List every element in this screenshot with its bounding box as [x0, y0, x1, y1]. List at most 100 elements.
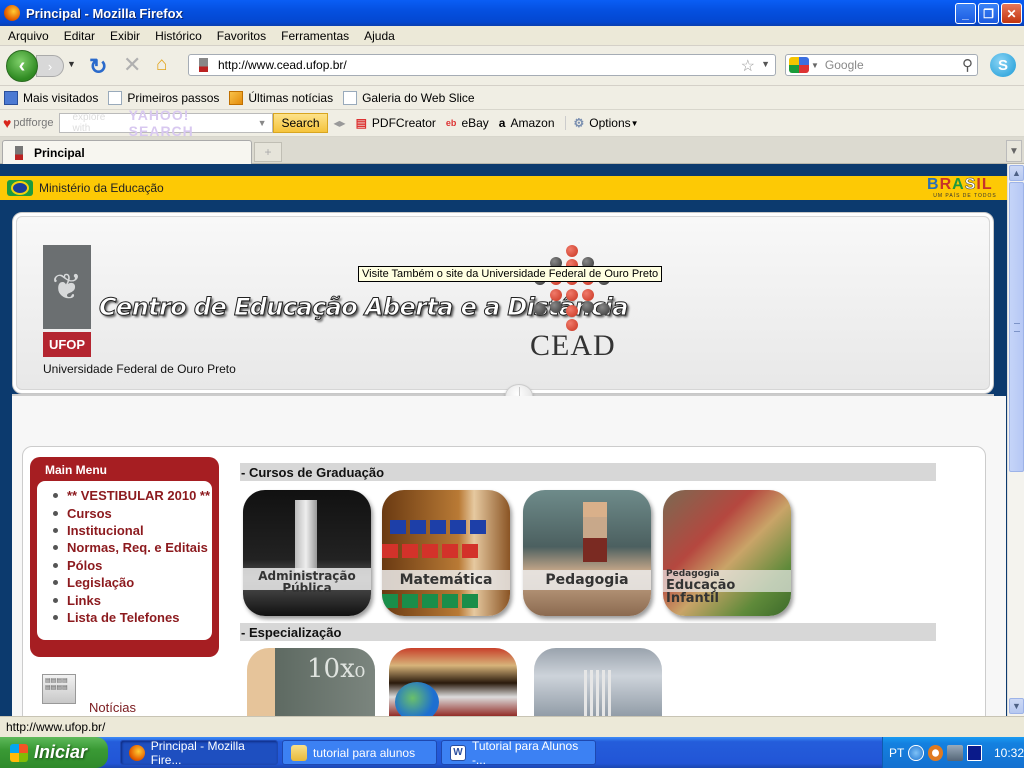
minimize-button[interactable]: _	[955, 3, 976, 24]
restore-button[interactable]: ❐	[978, 3, 999, 24]
task-folder[interactable]: tutorial para alunos	[282, 740, 437, 765]
menu-historico[interactable]: Histórico	[155, 29, 202, 43]
scrollbar-thumb[interactable]	[1009, 182, 1024, 472]
ebay-button[interactable]: eb eBay	[446, 116, 489, 130]
pdfforge-brand: pdfforge	[13, 117, 54, 129]
course-pedagogia-educacao-infantil[interactable]: Pedagogia Educação Infantil	[663, 490, 791, 616]
page-icon	[343, 90, 358, 105]
search-magnifier-icon[interactable]: ⚲	[962, 56, 973, 74]
language-indicator[interactable]: PT	[889, 746, 904, 760]
yahoo-search-button[interactable]: Search	[273, 113, 328, 133]
vertical-scrollbar[interactable]: ▲ ▼	[1007, 164, 1024, 716]
brasil-logo[interactable]: BRASIL UM PAÍS DE TODOS	[927, 176, 1003, 199]
bookmark-label: Galeria do Web Slice	[362, 90, 475, 105]
abacus-icon	[390, 520, 490, 534]
menu-exibir[interactable]: Exibir	[110, 29, 140, 43]
search-box[interactable]: ▼ Google ⚲	[785, 54, 978, 76]
avast-icon[interactable]	[927, 744, 944, 761]
pdfforge-logo[interactable]: ♥ pdfforge	[3, 115, 53, 131]
close-button[interactable]: ✕	[1001, 3, 1022, 24]
task-word[interactable]: W Tutorial para Alunos -...	[441, 739, 596, 767]
brazil-flag-icon	[7, 180, 33, 196]
site-header: ❦ UFOP Universidade Federal de Ouro Pret…	[12, 212, 994, 394]
forward-button[interactable]: ›	[36, 55, 64, 77]
show-hidden-icons-icon[interactable]	[908, 744, 924, 761]
ufop-emblem-icon: ❦	[43, 245, 91, 329]
skype-icon[interactable]: S	[990, 53, 1016, 77]
bookmark-galeria-web-slice[interactable]: Galeria do Web Slice	[343, 90, 475, 105]
home-icon: ⌂	[156, 54, 168, 75]
toolbar-grip-icon[interactable]: ◂▸	[334, 116, 346, 130]
pdfcreator-label: PDFCreator	[371, 116, 436, 130]
teacher-icon	[583, 502, 607, 562]
window-title: Principal - Mozilla Firefox	[26, 5, 183, 21]
scroll-up-icon[interactable]: ▲	[1009, 165, 1024, 181]
pdf-icon: ▤	[355, 116, 367, 130]
menu-item-links[interactable]: Links	[53, 591, 212, 608]
media-player-icon[interactable]	[966, 744, 982, 761]
history-dropdown-icon[interactable]: ▼	[67, 59, 76, 69]
start-button[interactable]: Iniciar	[0, 737, 108, 768]
course-administracao-publica[interactable]: Administração Pública	[243, 490, 371, 616]
specialization-course-2[interactable]	[389, 648, 517, 716]
ufop-logo[interactable]: ❦ UFOP	[43, 245, 91, 357]
ebay-icon: eb	[445, 118, 457, 128]
amazon-button[interactable]: a Amazon	[499, 116, 555, 130]
google-engine-icon[interactable]	[789, 57, 809, 73]
bookmark-ultimas-noticias[interactable]: Últimas notícias	[229, 90, 333, 105]
url-text[interactable]: http://www.cead.ufop.br/	[218, 58, 347, 72]
bookmark-star-icon[interactable]: ☆	[741, 56, 755, 76]
stop-button[interactable]: ✕	[123, 52, 141, 78]
url-dropdown-icon[interactable]: ▼	[761, 59, 770, 69]
reload-button[interactable]: ↻	[89, 54, 107, 80]
task-label: tutorial para alunos	[313, 745, 416, 760]
government-bar: Ministério da Educação BRASIL UM PAÍS DE…	[0, 176, 1007, 200]
menu-item-cursos[interactable]: Cursos	[53, 504, 212, 521]
menu-item-institucional[interactable]: Institucional	[53, 522, 212, 539]
task-firefox[interactable]: Principal - Mozilla Fire...	[120, 739, 278, 767]
tab-list-dropdown-icon[interactable]: ▼	[1006, 140, 1022, 162]
menu-ajuda[interactable]: Ajuda	[364, 29, 395, 43]
menu-item-legislacao[interactable]: Legislação	[53, 574, 212, 591]
menu-editar[interactable]: Editar	[64, 29, 95, 43]
ministerio-link[interactable]: Ministério da Educação	[39, 181, 164, 195]
menu-ferramentas[interactable]: Ferramentas	[281, 29, 349, 43]
ebay-label: eBay	[461, 116, 489, 130]
globe-icon	[395, 682, 439, 716]
options-button[interactable]: ⚙ Options ▼	[564, 116, 639, 130]
window-title-bar[interactable]: Principal - Mozilla Firefox _ ❐ ✕	[0, 0, 1024, 26]
yahoo-dropdown-icon[interactable]: ▼	[258, 118, 267, 128]
menu-item-polos[interactable]: Pólos	[53, 557, 212, 574]
menu-item-vestibular[interactable]: ** VESTIBULAR 2010 **	[53, 487, 212, 504]
scroll-down-icon[interactable]: ▼	[1009, 698, 1024, 714]
engine-dropdown-icon[interactable]: ▼	[811, 61, 819, 70]
main-menu: Main Menu ** VESTIBULAR 2010 ** Cursos I…	[30, 457, 219, 657]
amazon-label: Amazon	[510, 116, 555, 130]
specialization-course-3[interactable]	[534, 648, 662, 716]
home-button[interactable]: ⌂	[156, 54, 167, 76]
bookmark-label: Mais visitados	[23, 90, 99, 105]
university-name: Universidade Federal de Ouro Preto	[43, 362, 236, 376]
gear-icon: ⚙	[573, 116, 585, 130]
newspaper-icon[interactable]: ▤▤▤▤ ▤▤▤▤	[42, 674, 76, 704]
network-icon[interactable]	[947, 744, 963, 761]
search-input[interactable]: Google	[825, 58, 864, 72]
specialization-course-1[interactable]: 10x₀	[247, 648, 375, 716]
pdfcreator-button[interactable]: ▤ PDFCreator	[356, 116, 436, 130]
menu-item-telefones[interactable]: Lista de Telefones	[53, 609, 212, 626]
firefox-icon	[4, 5, 20, 21]
heart-icon: ♥	[3, 115, 12, 131]
noticias-link[interactable]: Notícias	[89, 700, 136, 715]
menu-arquivo[interactable]: Arquivo	[8, 29, 49, 43]
back-button[interactable]: ‹	[6, 50, 38, 82]
menu-favoritos[interactable]: Favoritos	[217, 29, 266, 43]
menu-item-normas[interactable]: Normas, Req. e Editais	[53, 539, 212, 556]
url-bar[interactable]: http://www.cead.ufop.br/ ☆ ▼	[188, 54, 776, 76]
yahoo-search-input[interactable]: explore with YAHOO! SEARCH ▼	[59, 107, 274, 139]
bookmark-mais-visitados[interactable]: Mais visitados	[4, 90, 99, 105]
course-matematica[interactable]: Matemática	[382, 490, 510, 616]
new-tab-button[interactable]: +	[254, 142, 282, 162]
tab-principal[interactable]: Principal	[2, 140, 252, 164]
bookmark-primeiros-passos[interactable]: Primeiros passos	[108, 90, 219, 105]
course-pedagogia[interactable]: Pedagogia	[523, 490, 651, 616]
